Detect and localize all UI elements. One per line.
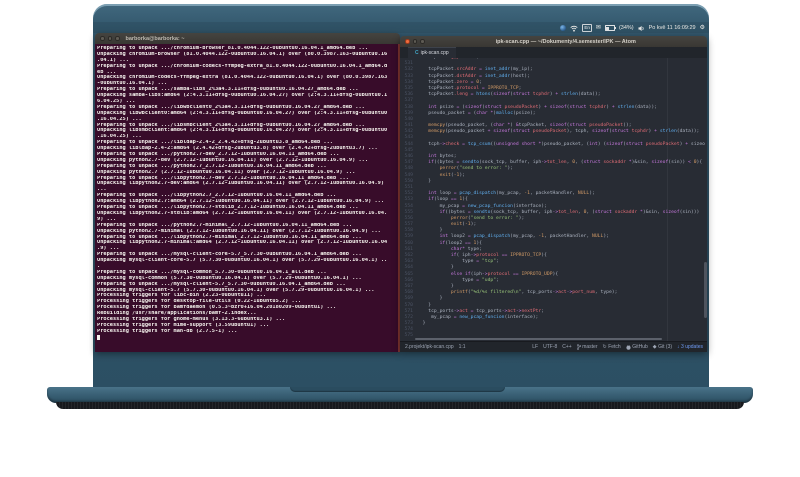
status-git-branch[interactable]: master <box>576 344 598 350</box>
wrap-guide <box>667 58 668 341</box>
editor-window: ipk-scan.cpp — ~/Dokumenty/4.semester/IP… <box>400 36 707 352</box>
horizontal-scrollbar[interactable] <box>415 338 662 340</box>
terminal-minimize-button[interactable] <box>107 36 112 41</box>
clock[interactable]: Po kvě 11 16:09:29 <box>649 25 696 31</box>
editor-pane[interactable]: 5305315325335345355365375385395405415425… <box>400 58 707 341</box>
vertical-scrollbar[interactable] <box>704 58 707 341</box>
status-github[interactable]: GitHub <box>626 344 648 350</box>
status-cursor-position[interactable]: 1:1 <box>459 344 466 350</box>
tab-ipk-scan-cpp[interactable]: C ipk-scan.cpp <box>408 47 456 58</box>
battery-icon[interactable] <box>604 25 616 31</box>
laptop-lid-notch <box>290 387 505 392</box>
session-gear-icon[interactable]: ⚙ <box>700 25 705 31</box>
code-line: memcpy(pseudo_packet + sizeof(struct pse… <box>417 129 700 135</box>
status-package-updates[interactable]: ↓ 3 updates <box>677 344 703 350</box>
terminal-line: Unpacking libpython2.7-stdlib:amd64 (2.7… <box>97 210 388 216</box>
status-file-path[interactable]: 2.projekt/ipk-scan.cpp <box>405 344 454 350</box>
terminal-line: Unpacking libwbclient0:amd64 (2:4.3.11+d… <box>97 110 388 116</box>
terminal-title: barborka@barborka: ~ <box>125 35 185 42</box>
terminal-line: Unpacking libpython2.7-minimal:amd64 (2.… <box>97 240 388 246</box>
laptop-screen-bezel: En ✉ (34%) Po kvě 11 16:09:29 ⚙ barborka… <box>93 4 709 390</box>
mail-icon[interactable]: ✉ <box>596 25 601 31</box>
wifi-icon[interactable] <box>570 25 579 32</box>
battery-percent: (34%) <box>618 25 634 31</box>
terminal-titlebar[interactable]: barborka@barborka: ~ <box>95 33 400 44</box>
status-bar: 2.projekt/ipk-scan.cpp 1:1 LF UTF-8 C++ … <box>400 341 707 352</box>
terminal-close-button[interactable] <box>100 36 105 41</box>
tab-bar: C ipk-scan.cpp <box>400 47 707 58</box>
status-encoding[interactable]: UTF-8 <box>543 344 557 350</box>
branch-icon <box>576 344 581 350</box>
download-icon: ↓ <box>677 343 680 350</box>
terminal-line: Processing triggers for man-db (2.7.5-1)… <box>97 328 238 334</box>
terminal-line: Unpacking chromium-browser (81.0.4044.12… <box>97 51 388 57</box>
laptop-base <box>47 387 753 403</box>
volume-icon[interactable] <box>638 25 645 32</box>
code-line: tcph->check = tcp_csum((unsigned short *… <box>417 141 705 147</box>
code-area[interactable]: tcph->urg_ptr = 0; tcpPacket.srcAddr = i… <box>415 58 707 341</box>
github-octocat-icon <box>626 344 631 350</box>
line-number-gutter: 5305315325335345355365375385395405415425… <box>400 58 415 341</box>
editor-minimize-button[interactable] <box>412 39 417 44</box>
terminal-line: Unpacking mysql-client-core-5.7 (5.7.30-… <box>97 258 388 264</box>
laptop-mockup: En ✉ (34%) Po kvě 11 16:09:29 ⚙ barborka… <box>0 0 800 477</box>
terminal-line: Unpacking samba-libs:amd64 (2:4.3.11+dfs… <box>97 93 388 99</box>
terminal-line: Unpacking libpython2.7-dev:amd64 (2.7.12… <box>97 181 385 187</box>
c-file-icon: C <box>415 50 419 56</box>
terminal-line: Unpacking libsmbclient:amd64 (2:4.3.11+d… <box>97 128 388 134</box>
editor-titlebar[interactable]: ipk-scan.cpp — ~/Dokumenty/4.semester/IP… <box>400 36 707 47</box>
status-fetch[interactable]: ↻ Fetch <box>603 344 621 350</box>
terminal-cursor <box>97 335 100 341</box>
status-git-changes[interactable]: ◆ Git (3) <box>653 344 672 350</box>
terminal-maximize-button[interactable] <box>115 36 120 41</box>
sync-icon: ↻ <box>602 343 607 350</box>
editor-close-button[interactable] <box>405 39 410 44</box>
indicator-app-icon[interactable] <box>560 25 567 31</box>
editor-window-title: ipk-scan.cpp — ~/Dokumenty/4.semester/IP… <box>495 38 636 45</box>
terminal-window: barborka@barborka: ~ Preparing to unpack… <box>95 33 400 352</box>
tab-label: ipk-scan.cpp <box>420 50 449 56</box>
system-tray: En ✉ (34%) Po kvě 11 16:09:29 ⚙ <box>560 23 705 33</box>
terminal-line: Preparing to unpack .../chromium-codecs-… <box>97 63 388 69</box>
terminal-output[interactable]: Preparing to unpack .../chromium-browser… <box>95 44 400 352</box>
keyboard-layout-indicator[interactable]: En <box>582 24 592 32</box>
git-diff-icon: ◆ <box>652 343 657 350</box>
line-number: 575 <box>404 333 413 339</box>
status-grammar[interactable]: C++ <box>562 344 571 350</box>
laptop-bottom-edge <box>56 402 744 409</box>
status-line-ending[interactable]: LF <box>532 344 538 350</box>
